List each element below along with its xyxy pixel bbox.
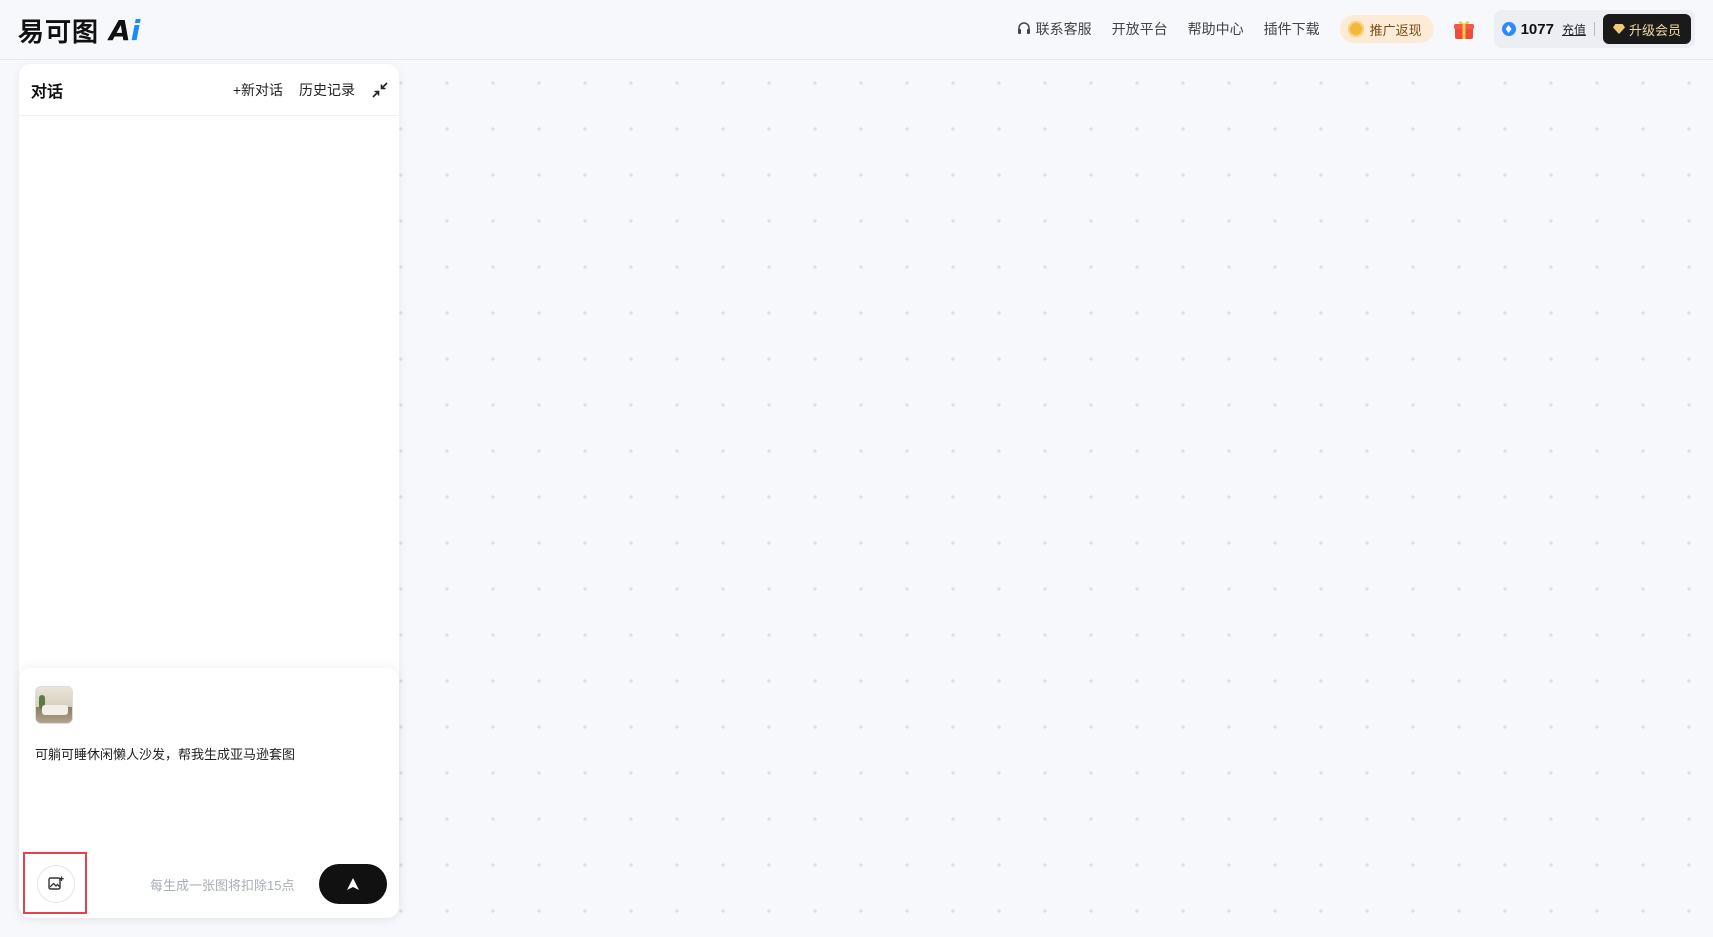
gift-icon[interactable]: [1452, 17, 1476, 41]
coin-icon: [1347, 21, 1364, 37]
promo-cashback-button[interactable]: 推广返现: [1339, 15, 1434, 43]
chat-composer: 可躺可睡休闲懒人沙发，帮我生成亚马逊套图 每生成一张图将扣除15点: [19, 668, 399, 918]
new-chat-button[interactable]: +新对话: [233, 80, 283, 100]
upload-highlight-box: [23, 852, 87, 914]
points-balance: 1077: [1520, 20, 1554, 38]
gem-icon: [1501, 22, 1516, 36]
uploaded-image-thumbnail[interactable]: [35, 686, 73, 724]
logo-text: 易可图: [18, 17, 100, 48]
logo-ai-i: i: [130, 13, 141, 47]
history-button[interactable]: 历史记录: [299, 80, 355, 100]
divider: [1593, 22, 1595, 36]
help-center-link[interactable]: 帮助中心: [1188, 19, 1244, 39]
recharge-link[interactable]: 充值: [1562, 21, 1586, 38]
promo-label: 推广返现: [1369, 22, 1422, 38]
logo[interactable]: 易可图 Ai: [18, 10, 140, 50]
send-button[interactable]: [319, 864, 387, 904]
diamond-icon: [1612, 24, 1625, 34]
points-box: 1077 充值 升级会员: [1493, 10, 1695, 48]
headset-icon: [1017, 22, 1030, 34]
chat-title: 对话: [31, 83, 64, 101]
open-platform-link[interactable]: 开放平台: [1112, 19, 1168, 39]
logo-ai: Ai: [109, 14, 140, 47]
chat-actions: +新对话 历史记录: [233, 64, 389, 116]
upgrade-vip-label: 升级会员: [1628, 22, 1681, 38]
chat-panel: 对话 +新对话 历史记录 可躺可睡休闲懒人沙发，帮我生成亚马逊套图 每生成一张图…: [19, 64, 399, 918]
logo-ai-letter: A: [109, 13, 131, 47]
upload-image-button[interactable]: [37, 865, 75, 903]
prompt-input[interactable]: 可躺可睡休闲懒人沙发，帮我生成亚马逊套图: [35, 744, 295, 763]
plugin-download-link[interactable]: 插件下载: [1264, 19, 1320, 39]
upgrade-vip-button[interactable]: 升级会员: [1602, 14, 1691, 44]
top-nav: 联系客服 开放平台 帮助中心 插件下载 推广返现 1077 充值 升级会员: [996, 10, 1695, 48]
image-add-icon: [48, 876, 64, 890]
top-bar: 易可图 Ai 联系客服 开放平台 帮助中心 插件下载 推广返现 1077 充值 …: [0, 0, 1713, 60]
collapse-icon[interactable]: [371, 81, 389, 99]
cost-hint: 每生成一张图将扣除15点: [150, 878, 295, 893]
chat-header: 对话 +新对话 历史记录: [19, 64, 399, 116]
contact-support-link[interactable]: 联系客服: [1016, 19, 1092, 39]
thumbnail-sofa: [42, 705, 68, 715]
contact-support-label: 联系客服: [1035, 21, 1092, 37]
send-arrow-icon: [347, 878, 359, 890]
